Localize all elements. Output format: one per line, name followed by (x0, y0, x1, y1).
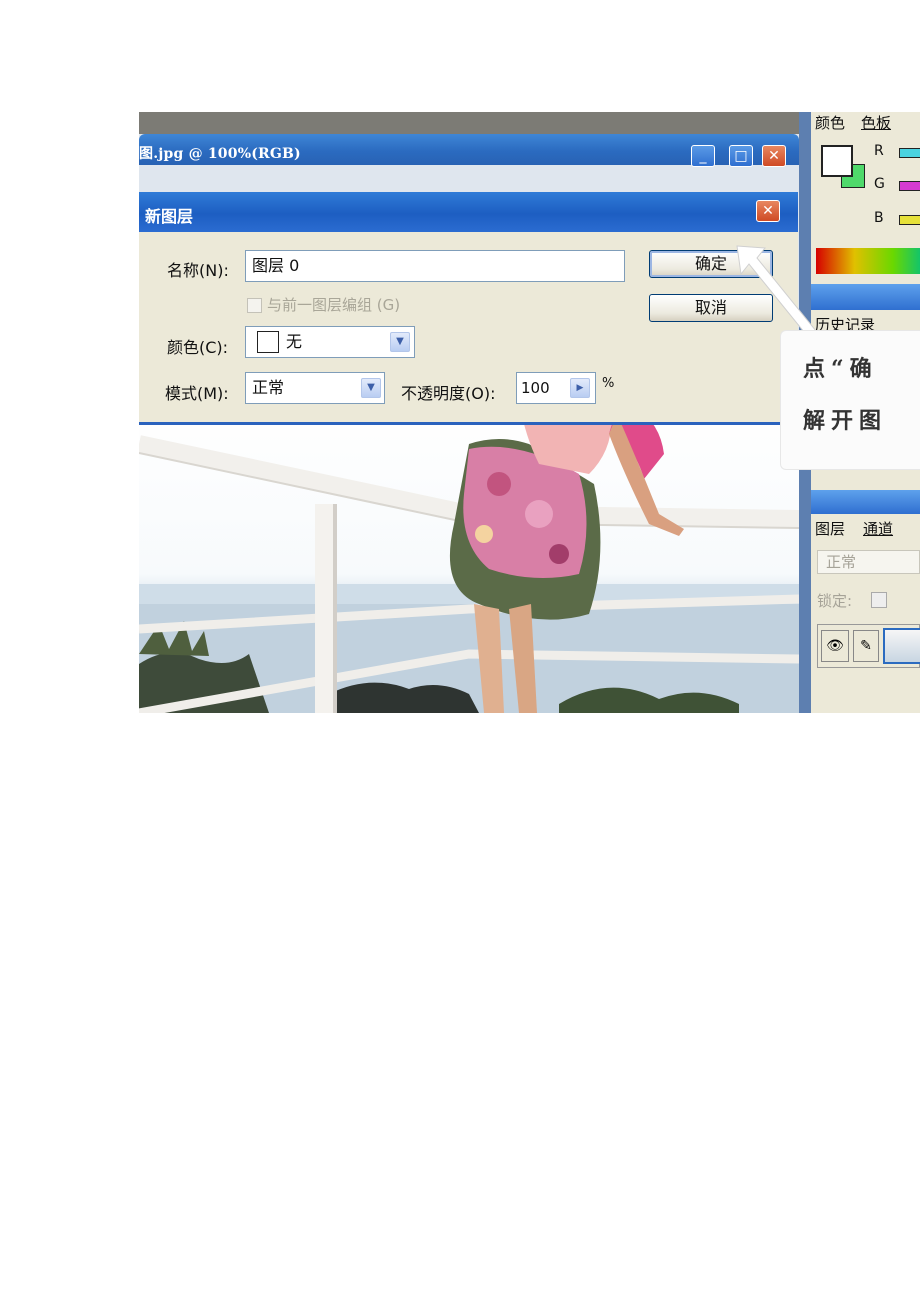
opacity-unit: % (602, 376, 615, 391)
tab-layers[interactable]: 图层 (815, 518, 845, 539)
name-label: 名称(N): (167, 261, 229, 280)
maximize-button[interactable]: □ (729, 145, 753, 167)
tab-channels[interactable]: 通道 (863, 518, 893, 539)
color-swatch (257, 331, 279, 353)
group-checkbox[interactable] (247, 298, 262, 313)
mode-label: 模式(M): (165, 384, 229, 403)
opacity-value: 100 (521, 379, 550, 397)
callout-box: 点“确 解开图 (780, 330, 920, 470)
document-window: 图.jpg @ 100%(RGB) _ □ ✕ 新图层 ✕ 名称(N): 图层 … (139, 134, 799, 713)
channel-g-slider[interactable] (899, 181, 920, 191)
dialog-close-button[interactable]: ✕ (756, 200, 780, 222)
color-value: 无 (286, 332, 303, 351)
group-checkbox-label: 与前一图层编组 (G) (267, 296, 401, 314)
foreground-color-swatch[interactable] (821, 145, 853, 177)
blend-mode-value: 正常 (826, 553, 857, 571)
layer-thumbnail (883, 628, 920, 664)
opacity-label: 不透明度(O): (401, 384, 496, 403)
name-input[interactable]: 图层 0 (245, 250, 625, 282)
channel-g-label: G (874, 176, 885, 192)
brush-icon: ✎ (853, 630, 879, 662)
photo-illustration (139, 404, 799, 713)
document-titlebar[interactable]: 图.jpg @ 100%(RGB) _ □ ✕ (139, 134, 799, 167)
dialog-titlebar[interactable]: 新图层 ✕ (139, 192, 798, 232)
callout-line-2: 解开图 (803, 408, 888, 434)
lock-transparency-icon[interactable] (871, 592, 887, 608)
callout-line-1: 点“确 (803, 356, 878, 382)
lock-label: 锁定: (817, 592, 853, 610)
opacity-slider-arrow-icon[interactable]: ▶ (570, 378, 590, 398)
tab-color[interactable]: 颜色 (815, 112, 845, 133)
document-title: 图.jpg @ 100%(RGB) (139, 146, 301, 162)
channel-r-label: R (874, 143, 884, 159)
mode-value: 正常 (252, 378, 285, 397)
tab-swatches[interactable]: 色板 (861, 112, 891, 133)
color-label: 颜色(C): (167, 338, 229, 357)
photo-canvas[interactable] (139, 404, 799, 713)
channel-b-slider[interactable] (899, 215, 920, 225)
mode-dropdown-arrow-icon[interactable]: ▼ (361, 378, 381, 398)
dialog-title: 新图层 (145, 207, 194, 226)
layer-row[interactable]: 👁 ✎ (817, 624, 920, 668)
panel-separator-2 (811, 490, 920, 514)
eye-icon[interactable]: 👁 (821, 630, 849, 662)
document-close-button[interactable]: ✕ (762, 145, 786, 167)
channel-b-label: B (874, 210, 884, 226)
channel-r-slider[interactable] (899, 148, 920, 158)
color-dropdown-arrow-icon[interactable]: ▼ (390, 332, 410, 352)
layers-panel: 图层 通道 正常 锁定: 👁 ✎ (811, 514, 920, 713)
blend-mode-select[interactable]: 正常 (817, 550, 920, 574)
minimize-button[interactable]: _ (691, 145, 715, 167)
new-layer-dialog: 新图层 ✕ 名称(N): 图层 0 与前一图层编组 (G) 颜色(C): 无 ▼… (139, 192, 798, 425)
